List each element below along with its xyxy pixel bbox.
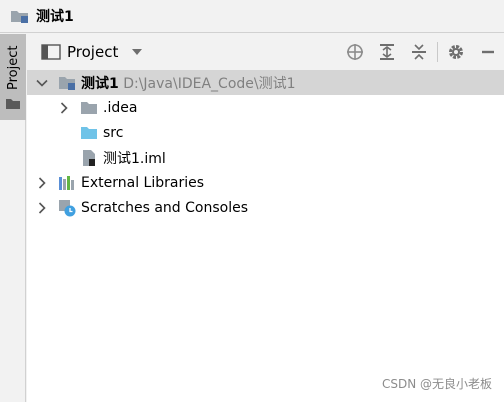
project-panel-header: Project <box>27 34 504 70</box>
module-folder-icon <box>59 76 75 90</box>
locate-button[interactable] <box>339 34 371 70</box>
chevron-right-icon[interactable] <box>58 101 70 114</box>
external-libraries-name: External Libraries <box>81 174 204 191</box>
project-view-icon <box>41 44 61 60</box>
chevron-down-icon <box>132 49 143 55</box>
chevron-right-icon[interactable] <box>36 201 48 214</box>
expand-all-button[interactable] <box>371 34 403 70</box>
root-path: D:\Java\IDEA_Code\测试1 <box>123 75 296 92</box>
breadcrumb-bar: 测试1 <box>0 0 504 33</box>
folder-icon <box>81 101 97 114</box>
project-panel: Project 测试1 D:\Java\IDEA_Code\测试1 .idea … <box>27 34 504 402</box>
hide-panel-button[interactable] <box>472 34 504 70</box>
expand-all-icon <box>380 44 394 60</box>
breadcrumb-title[interactable]: 测试1 <box>36 6 74 26</box>
tool-window-strip: Project <box>0 34 26 402</box>
module-file-icon <box>83 149 95 166</box>
idea-name: .idea <box>103 99 138 116</box>
tree-node-external-libraries[interactable]: External Libraries <box>27 170 504 195</box>
collapse-all-icon <box>412 44 426 60</box>
chevron-right-icon[interactable] <box>36 176 48 189</box>
project-tab-label: Project <box>5 45 21 90</box>
tree-node-root[interactable]: 测试1 D:\Java\IDEA_Code\测试1 <box>27 70 504 95</box>
root-name: 测试1 <box>81 75 119 92</box>
collapse-all-button[interactable] <box>403 34 435 70</box>
tree-node-scratches[interactable]: Scratches and Consoles <box>27 195 504 220</box>
project-view-label: Project <box>67 43 119 61</box>
project-view-dropdown[interactable]: Project <box>41 43 143 61</box>
libraries-icon <box>59 175 74 190</box>
watermark: CSDN @无良小老板 <box>381 377 492 391</box>
iml-name: 测试1.iml <box>103 150 166 167</box>
tree-node-iml[interactable]: 测试1.iml <box>27 145 504 170</box>
settings-button[interactable] <box>440 34 472 70</box>
source-folder-icon <box>81 126 97 139</box>
tree-node-idea[interactable]: .idea <box>27 95 504 120</box>
scratches-name: Scratches and Consoles <box>81 199 248 216</box>
panel-toolbar <box>339 34 504 70</box>
project-tree: 测试1 D:\Java\IDEA_Code\测试1 .idea src 测试1.… <box>27 70 504 220</box>
project-tool-window-tab[interactable]: Project <box>0 34 26 120</box>
tree-node-src[interactable]: src <box>27 120 504 145</box>
scratches-icon <box>59 199 76 216</box>
toolbar-separator <box>437 42 438 62</box>
minimize-icon <box>482 50 494 54</box>
folder-icon <box>6 99 20 109</box>
module-folder-icon <box>11 11 28 23</box>
gear-icon <box>449 45 463 59</box>
locate-icon <box>347 44 363 60</box>
src-name: src <box>103 124 124 141</box>
chevron-down-icon[interactable] <box>36 77 48 89</box>
